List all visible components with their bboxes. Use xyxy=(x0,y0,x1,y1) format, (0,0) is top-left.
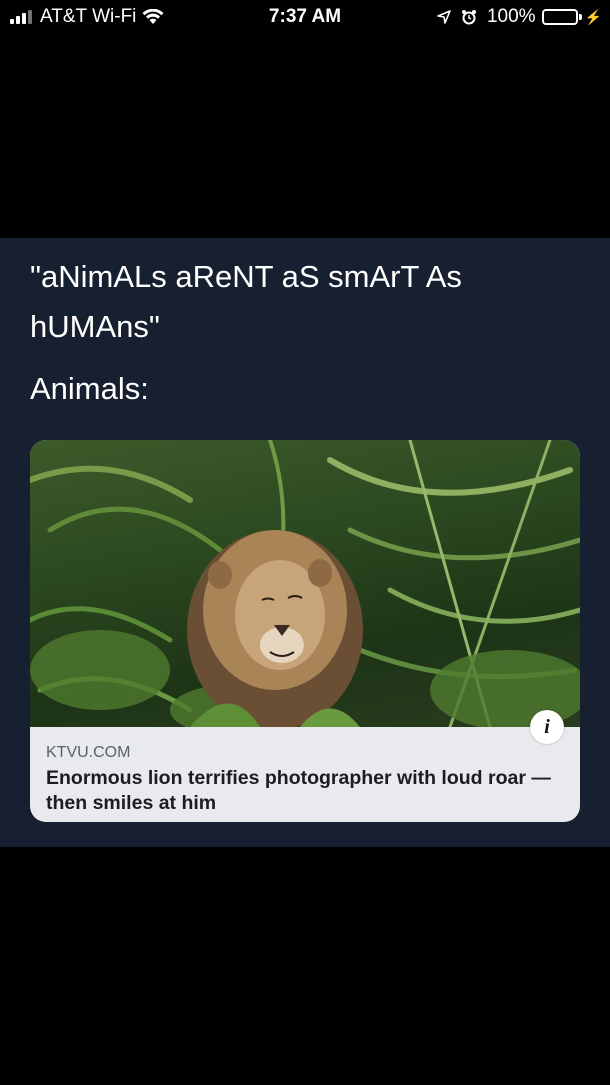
card-title[interactable]: Enormous lion terrifies photographer wit… xyxy=(46,766,571,816)
battery-percent: 100% xyxy=(486,6,536,27)
post: "aNimALs aReNT aS smArT As hUMAns" Anima… xyxy=(0,238,610,847)
battery-icon xyxy=(541,9,578,25)
lion-photo[interactable] xyxy=(30,440,580,727)
post-text: "aNimALs aReNT aS smArT As hUMAns" Anima… xyxy=(30,252,580,414)
card-domain: KTVU.COM xyxy=(46,744,131,761)
location-icon xyxy=(437,10,451,24)
battery-nub xyxy=(578,14,582,20)
lion-photo-art xyxy=(30,440,580,727)
status-bar: AT&T Wi-Fi 7:37 AM 100% ⚡ xyxy=(0,0,610,34)
post-caption: Animals: xyxy=(30,371,149,406)
link-card[interactable]: i KTVU.COM Enormous lion terrifies photo… xyxy=(30,440,580,822)
alarm-icon xyxy=(461,10,476,25)
status-right: 100% ⚡ xyxy=(437,6,602,28)
charging-icon: ⚡ xyxy=(584,8,602,25)
post-quote: "aNimALs aReNT aS smArT As hUMAns" xyxy=(30,259,462,344)
info-icon[interactable]: i xyxy=(530,710,564,744)
